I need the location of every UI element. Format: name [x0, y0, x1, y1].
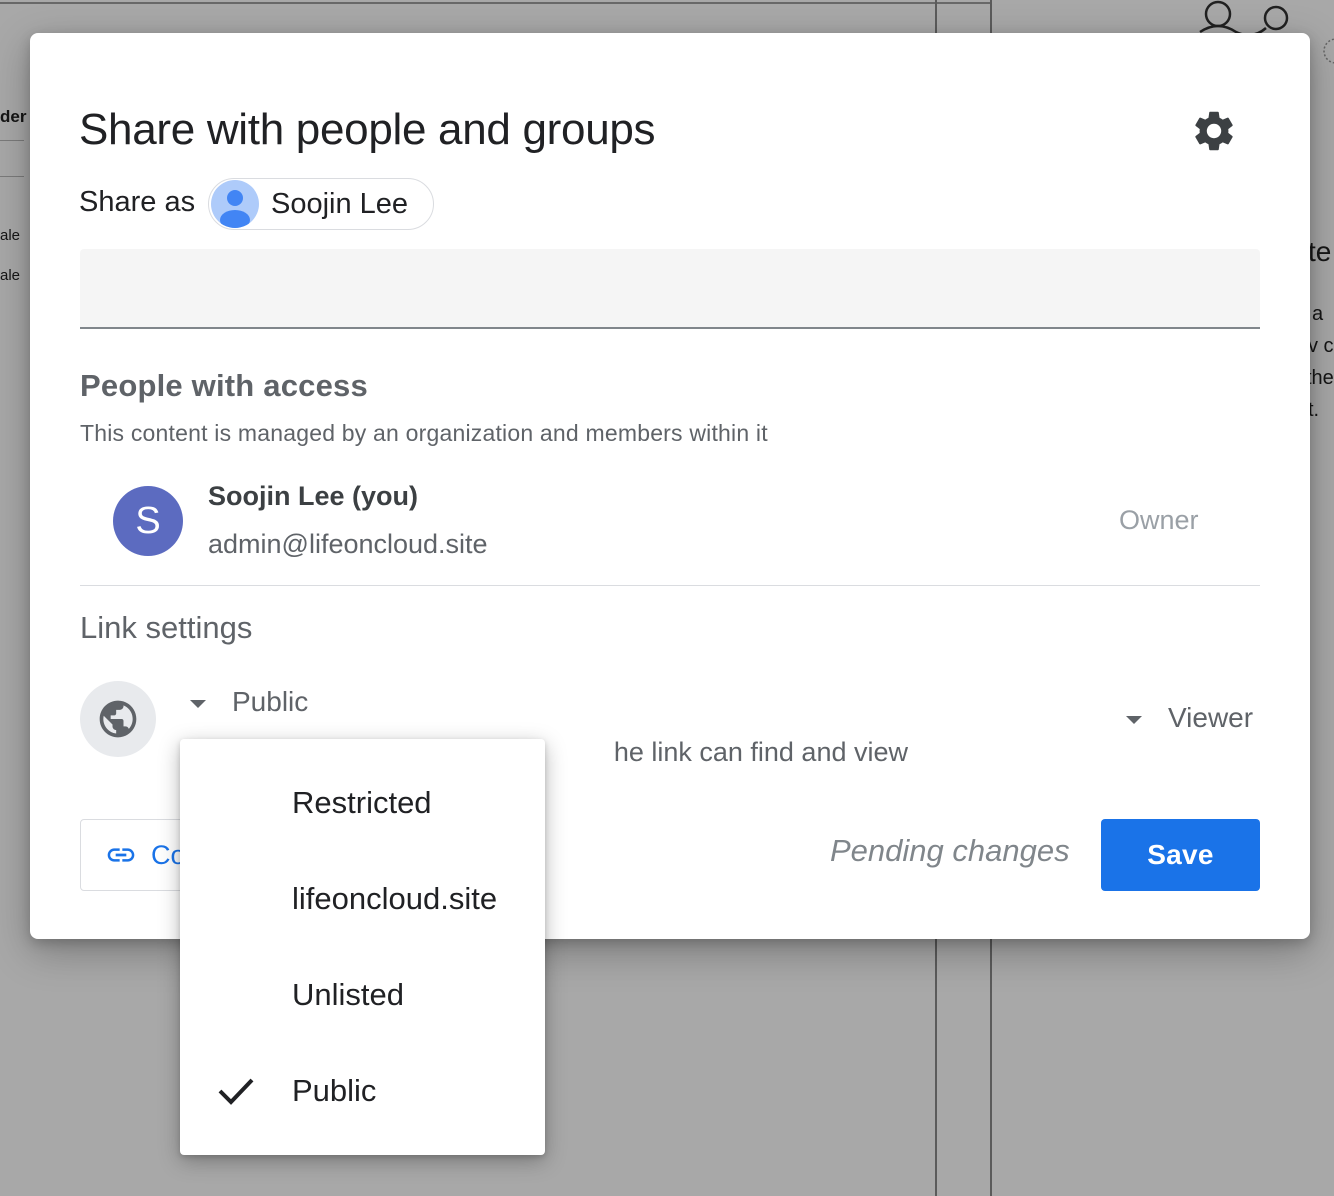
link-role-dropdown[interactable]: Viewer	[1168, 702, 1253, 734]
menu-item-unlisted[interactable]: Unlisted	[180, 947, 545, 1043]
section-divider	[80, 585, 1260, 586]
menu-item-domain[interactable]: lifeoncloud.site	[180, 851, 545, 947]
person-icon	[211, 180, 259, 228]
avatar: S	[113, 486, 183, 556]
globe-icon	[80, 681, 156, 757]
managed-note: This content is managed by an organizati…	[80, 420, 768, 446]
gear-icon[interactable]	[1190, 107, 1238, 155]
menu-item-label: Public	[292, 1073, 377, 1108]
menu-item-label: lifeoncloud.site	[292, 881, 498, 916]
save-button[interactable]: Save	[1101, 819, 1260, 891]
caret-down-icon[interactable]	[1126, 716, 1142, 724]
account-name: Soojin Lee	[271, 187, 409, 220]
owner-role-label: Owner	[1119, 505, 1199, 535]
menu-item-public[interactable]: Public	[180, 1043, 545, 1139]
menu-item-label: Unlisted	[292, 977, 404, 1012]
caret-down-icon[interactable]	[190, 700, 206, 708]
link-visibility-dropdown[interactable]: Public	[232, 686, 308, 718]
link-settings-title: Link settings	[80, 610, 253, 645]
owner-name: Soojin Lee (you)	[208, 481, 419, 511]
account-chip[interactable]: Soojin Lee	[208, 178, 434, 230]
dialog-title: Share with people and groups	[79, 105, 656, 154]
link-icon	[107, 848, 135, 862]
check-icon	[218, 1078, 254, 1105]
pending-changes-text: Pending changes	[830, 833, 1070, 868]
menu-item-label: Restricted	[292, 785, 432, 820]
link-visibility-menu: Restricted lifeoncloud.site Unlisted Pub…	[180, 739, 545, 1155]
people-with-access-title: People with access	[80, 368, 368, 403]
owner-email: admin@lifeoncloud.site	[208, 529, 488, 559]
link-visibility-description: he link can find and view	[613, 737, 908, 767]
share-as-label: Share as	[79, 186, 196, 218]
menu-item-restricted[interactable]: Restricted	[180, 755, 545, 851]
add-people-input[interactable]	[80, 249, 1260, 329]
